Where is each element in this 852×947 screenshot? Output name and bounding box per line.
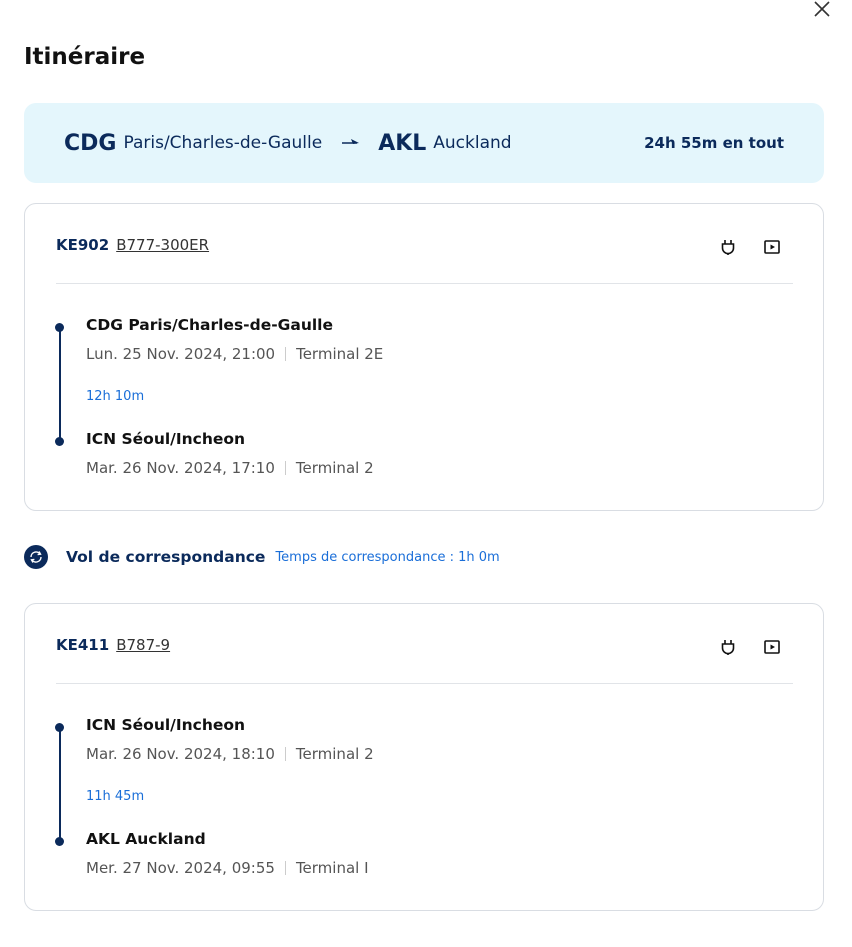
departure-dot (55, 723, 64, 732)
flight-header: KE411 B787-9 (56, 636, 170, 654)
destination-code: AKL (378, 130, 427, 156)
divider (56, 283, 793, 284)
close-button[interactable] (812, 0, 836, 20)
connection-info: Vol de correspondance Temps de correspon… (24, 545, 500, 569)
origin-city: Paris/Charles-de-Gaulle (123, 133, 323, 153)
arrival-terminal: Terminal 2 (295, 459, 374, 477)
departure-datetime: Lun. 25 Nov. 2024, 21:00 (86, 345, 276, 363)
separator (285, 347, 287, 361)
arrival-meta: Mar. 26 Nov. 2024, 17:10 Terminal 2 (86, 459, 374, 477)
timeline-line (59, 327, 61, 441)
departure-meta: Lun. 25 Nov. 2024, 21:00 Terminal 2E (86, 345, 383, 363)
flight-duration: 11h 45m (86, 789, 145, 804)
flight-header: KE902 B777-300ER (56, 236, 209, 254)
aircraft-link[interactable]: B787-9 (116, 636, 170, 654)
flight-number: KE902 (56, 236, 110, 254)
arrival-airport: AKL Auckland (86, 830, 206, 848)
separator (284, 747, 286, 761)
arrival-airport: ICN Séoul/Incheon (86, 430, 246, 448)
timeline-line (59, 727, 61, 841)
separator (284, 461, 286, 475)
origin-code: CDG (64, 130, 117, 156)
arrival-datetime: Mar. 26 Nov. 2024, 17:10 (86, 459, 275, 477)
connection-time: Temps de correspondance : 1h 0m (275, 549, 500, 565)
departure-meta: Mar. 26 Nov. 2024, 18:10 Terminal 2 (86, 745, 374, 763)
aircraft-link[interactable]: B777-300ER (116, 236, 209, 254)
plane-arrow-icon (342, 138, 360, 148)
video-icon (763, 238, 781, 256)
route-summary-banner: CDG Paris/Charles-de-Gaulle AKL Auckland… (24, 103, 824, 183)
divider (56, 683, 793, 684)
separator (284, 861, 286, 875)
flight-number: KE411 (56, 636, 110, 654)
connection-icon (24, 545, 48, 569)
page-title: Itinéraire (24, 44, 146, 70)
arrival-meta: Mer. 27 Nov. 2024, 09:55 Terminal I (86, 859, 369, 877)
destination-city: Auckland (433, 133, 512, 153)
arrival-dot (55, 837, 64, 846)
power-outlet-icon (719, 238, 737, 256)
flight-duration: 12h 10m (86, 389, 145, 404)
flight-segment-card: KE411 B787-9 ICN Séoul/Incheon Mar. 26 N… (24, 603, 824, 911)
arrival-dot (55, 437, 64, 446)
departure-airport: CDG Paris/Charles-de-Gaulle (86, 316, 334, 334)
connection-title: Vol de correspondance (66, 548, 266, 566)
departure-terminal: Terminal 2E (296, 345, 384, 363)
flight-segment-card: KE902 B777-300ER CDG Paris/Charles-de-Ga… (24, 203, 824, 511)
departure-terminal: Terminal 2 (295, 745, 374, 763)
departure-dot (55, 323, 64, 332)
departure-datetime: Mar. 26 Nov. 2024, 18:10 (86, 745, 275, 763)
video-icon (763, 638, 781, 656)
arrival-datetime: Mer. 27 Nov. 2024, 09:55 (86, 859, 275, 877)
total-duration: 24h 55m en tout (644, 134, 784, 152)
departure-airport: ICN Séoul/Incheon (86, 716, 246, 734)
arrival-terminal: Terminal I (295, 859, 369, 877)
close-icon (814, 1, 830, 17)
power-outlet-icon (719, 638, 737, 656)
